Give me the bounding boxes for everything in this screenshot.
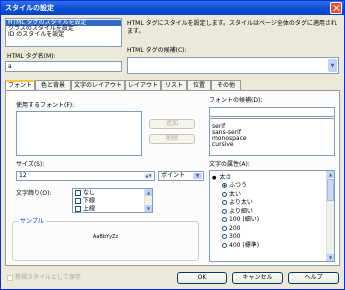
- font-tab-panel: 使用するフォント(F): 追加 削除 フォントの候補(D): serif san…: [5, 90, 340, 266]
- tab-other[interactable]: その他: [211, 80, 241, 90]
- chevron-down-icon[interactable]: ▼: [328, 59, 337, 72]
- size-unit-value: ポイント: [161, 172, 186, 179]
- chevron-down-icon[interactable]: ▼: [193, 173, 202, 179]
- tab-text-layout[interactable]: 文字のレイアウト: [71, 80, 125, 90]
- attributes-list[interactable]: ● 太さ ふつう 太い より太い より細い 100 (細い) 200 300 40…: [209, 170, 335, 262]
- radio-icon[interactable]: [222, 217, 227, 222]
- font-candidate-item[interactable]: cursive: [210, 142, 334, 148]
- tag-candidates-select[interactable]: ▼: [127, 57, 339, 74]
- attributes-group-label: 太さ: [219, 174, 232, 181]
- sample-group: サンプル AaBbYyZz: [12, 218, 199, 261]
- decoration-option-none[interactable]: なし: [73, 190, 152, 196]
- attribute-option[interactable]: ふつう: [210, 182, 334, 191]
- close-icon[interactable]: [330, 2, 342, 14]
- description-text: HTML タグにスタイルを設定します。スタイルはページ全体のタグに適用されます。: [127, 20, 337, 35]
- tab-list[interactable]: リスト: [161, 80, 187, 90]
- title-bar[interactable]: スタイルの設定: [1, 1, 344, 15]
- attribute-option[interactable]: 200: [210, 225, 334, 234]
- checkbox-icon[interactable]: [75, 190, 81, 196]
- window-title: スタイルの設定: [5, 4, 54, 12]
- decoration-option-label: 上線: [83, 205, 96, 213]
- fonts-list[interactable]: [16, 111, 142, 156]
- tab-position[interactable]: 位置: [187, 80, 211, 90]
- scroll-thumb[interactable]: [327, 179, 334, 201]
- decoration-label: 文字飾り(O):: [16, 190, 52, 197]
- help-button[interactable]: ヘルプ: [288, 272, 339, 284]
- attribute-label: 400 (標準): [229, 241, 260, 249]
- font-candidates-label: フォントの候補(D):: [209, 97, 263, 104]
- sample-text: AaBbYyZz: [92, 234, 119, 240]
- attribute-label: 太い: [229, 190, 242, 198]
- tab-layout[interactable]: レイアウト: [125, 80, 161, 90]
- attributes-label: 文字の属性(A):: [209, 161, 250, 168]
- tag-name-value: a: [8, 63, 12, 70]
- tab-color-background[interactable]: 色と背景: [35, 80, 71, 90]
- attribute-label: 100 (細い): [229, 216, 260, 223]
- scroll-down-icon[interactable]: ▼: [145, 205, 152, 212]
- checkbox-icon[interactable]: [7, 274, 13, 281]
- radio-icon[interactable]: [222, 191, 227, 197]
- attributes-group-weight: ● 太さ: [210, 174, 334, 182]
- bullet-icon: ●: [212, 175, 217, 181]
- attribute-option[interactable]: より太い: [210, 199, 334, 208]
- attribute-option[interactable]: より細い: [210, 208, 334, 217]
- decoration-option-label: なし: [83, 189, 96, 197]
- style-kind-id[interactable]: ID のスタイルを設定: [6, 32, 121, 38]
- checkbox-icon[interactable]: [75, 206, 81, 212]
- remove-font-button[interactable]: 削除: [149, 134, 195, 144]
- tag-name-label: HTML タグ名(M):: [7, 53, 56, 60]
- size-label: サイズ(S):: [16, 161, 45, 168]
- radio-icon[interactable]: [222, 208, 227, 214]
- radio-icon[interactable]: [222, 183, 227, 188]
- size-unit-select[interactable]: ポイント ▼: [158, 171, 204, 181]
- size-spinner-icon[interactable]: ▲▼: [144, 173, 153, 179]
- cancel-button[interactable]: キャンセル: [232, 272, 283, 284]
- ok-button[interactable]: OK: [177, 272, 227, 284]
- radio-icon[interactable]: [222, 234, 227, 239]
- scroll-down-icon[interactable]: ▼: [327, 254, 334, 261]
- add-font-button[interactable]: 追加: [149, 119, 195, 129]
- tag-candidates-label: HTML タグの候補(C):: [127, 47, 187, 54]
- decoration-option-underline[interactable]: 下線: [73, 198, 152, 204]
- attribute-label: より太い: [229, 199, 253, 206]
- attributes-scrollbar[interactable]: ▲ ▼: [326, 171, 334, 261]
- attribute-label: より細い: [229, 207, 253, 215]
- attribute-option[interactable]: 太い: [210, 191, 334, 200]
- decoration-option-label: 下線: [83, 197, 96, 205]
- decoration-list[interactable]: なし 下線 上線 ▲ ▼: [72, 188, 153, 213]
- fonts-label: 使用するフォント(F):: [16, 102, 75, 109]
- style-kind-list[interactable]: HTML タグのスタイルを設定 クラスのスタイルを設定 ID のスタイルを設定: [5, 18, 122, 47]
- decoration-scrollbar[interactable]: ▲ ▼: [144, 189, 152, 212]
- new-style-label: 新規スタイルとして保存: [15, 274, 81, 281]
- new-style-checkbox[interactable]: 新規スタイルとして保存: [7, 274, 81, 281]
- attribute-label: 300: [229, 233, 241, 240]
- radio-icon[interactable]: [222, 225, 227, 231]
- font-candidates-list[interactable]: serif sans-serif monospace cursive: [209, 118, 335, 156]
- size-value: 12: [19, 172, 27, 179]
- size-input[interactable]: 12 ▲▼: [16, 171, 155, 181]
- attribute-option[interactable]: 400 (標準): [210, 242, 334, 251]
- checkbox-icon[interactable]: [75, 198, 81, 204]
- scroll-up-icon[interactable]: ▲: [145, 189, 152, 196]
- radio-icon[interactable]: [222, 242, 227, 248]
- font-candidates-input[interactable]: [209, 107, 335, 117]
- radio-icon[interactable]: [222, 200, 227, 205]
- attribute-option[interactable]: 300: [210, 233, 334, 242]
- sample-label: サンプル: [18, 218, 46, 225]
- attribute-label: ふつう: [229, 182, 248, 189]
- scroll-up-icon[interactable]: ▲: [327, 171, 334, 178]
- style-settings-dialog: スタイルの設定 HTML タグのスタイルを設定 クラスのスタイルを設定 ID の…: [0, 0, 345, 290]
- decoration-option-overline[interactable]: 上線: [73, 206, 152, 212]
- attribute-option[interactable]: 100 (細い): [210, 216, 334, 225]
- attribute-label: 200: [229, 224, 241, 232]
- tag-name-input[interactable]: a: [5, 61, 122, 72]
